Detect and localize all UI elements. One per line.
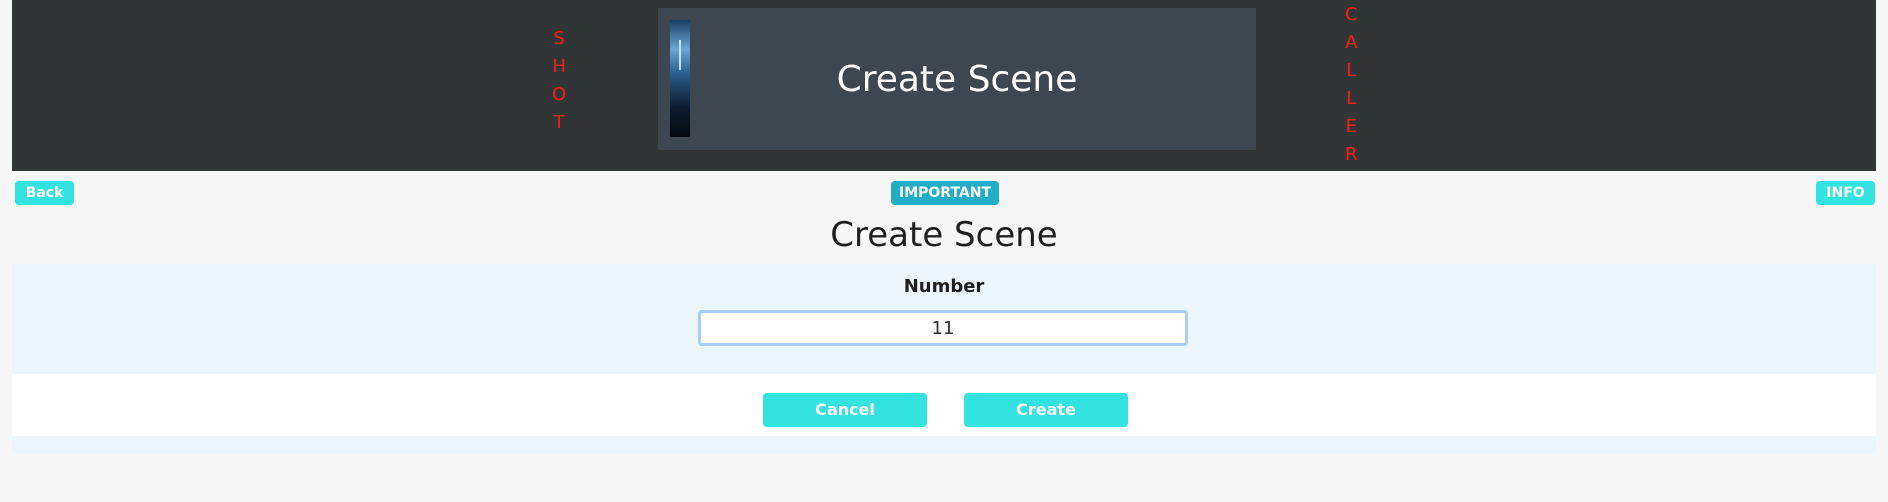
create-button[interactable]: Create bbox=[964, 393, 1128, 427]
caller-letter: A bbox=[1345, 32, 1358, 53]
caller-letter: C bbox=[1345, 4, 1358, 25]
caller-letter: R bbox=[1345, 144, 1358, 165]
cancel-button[interactable]: Cancel bbox=[763, 393, 927, 427]
info-button[interactable]: INFO bbox=[1816, 181, 1875, 205]
hero-banner: Create Scene bbox=[658, 8, 1256, 150]
number-label: Number bbox=[903, 276, 985, 297]
scene-form-panel: Number bbox=[12, 264, 1876, 374]
shot-letter: S bbox=[553, 28, 565, 49]
app-header: S H O T Create Scene C A L L E R bbox=[12, 0, 1876, 171]
back-button[interactable]: Back bbox=[15, 181, 74, 205]
caller-letter: L bbox=[1346, 88, 1357, 109]
shot-letter: T bbox=[553, 112, 565, 133]
caller-vertical-text: C A L L E R bbox=[1345, 1, 1358, 169]
caller-letter: L bbox=[1346, 60, 1357, 81]
shot-vertical-text: S H O T bbox=[552, 25, 566, 137]
shot-letter: O bbox=[552, 84, 567, 105]
form-footer-strip bbox=[12, 436, 1876, 454]
form-actions: Cancel Create bbox=[12, 374, 1876, 436]
hero-title: Create Scene bbox=[836, 58, 1078, 100]
shot-letter: H bbox=[552, 56, 566, 77]
caller-letter: E bbox=[1345, 116, 1357, 137]
page-title: Create Scene bbox=[830, 215, 1058, 255]
important-button[interactable]: IMPORTANT bbox=[891, 181, 999, 205]
number-input[interactable] bbox=[698, 310, 1188, 346]
